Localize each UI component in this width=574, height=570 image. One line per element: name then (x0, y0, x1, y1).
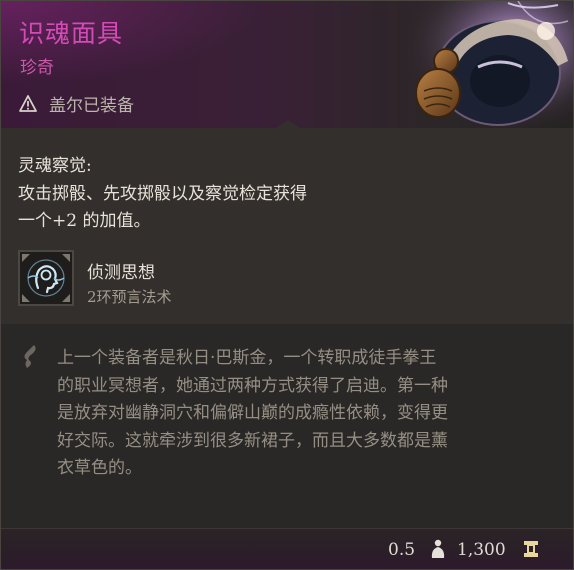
section-divider-notch (274, 315, 302, 324)
weight-value: 0.5 (388, 540, 416, 560)
spell-level: 2环预言法术 (87, 288, 172, 306)
feather-icon (24, 345, 36, 368)
mask-item-image (408, 1, 573, 128)
equipped-status: 盖尔已装备 (19, 91, 134, 116)
mind-head-icon (22, 254, 70, 302)
item-tooltip: 识魂面具 珍奇 盖尔已装备 灵魂察觉: 攻击掷骰、先攻掷骰以及察觉检定获得 一个… (0, 0, 574, 570)
tooltip-header: 识魂面具 珍奇 盖尔已装备 (1, 1, 573, 128)
gold-coin-icon (524, 541, 538, 557)
item-rarity: 珍奇 (20, 58, 54, 78)
passive-title: 灵魂察觉: (18, 156, 92, 176)
spell-name[interactable]: 侦测思想 (87, 258, 155, 283)
item-title: 识魂面具 (19, 19, 124, 48)
spell-icon-slot[interactable] (18, 250, 74, 306)
section-divider-notch (274, 120, 302, 129)
weight-icon (431, 539, 445, 558)
passive-description: 攻击掷骰、先攻掷骰以及察觉检定获得 一个+2 的加值。 (18, 184, 307, 231)
warning-icon (19, 94, 37, 112)
price-value: 1,300 (457, 540, 506, 560)
lore-text: 上一个装备者是秋日·巴斯金，一个转职成徒手拳王 的职业冥想者，她通过两种方式获得… (57, 348, 448, 478)
equipped-status-text: 盖尔已装备 (49, 96, 134, 116)
